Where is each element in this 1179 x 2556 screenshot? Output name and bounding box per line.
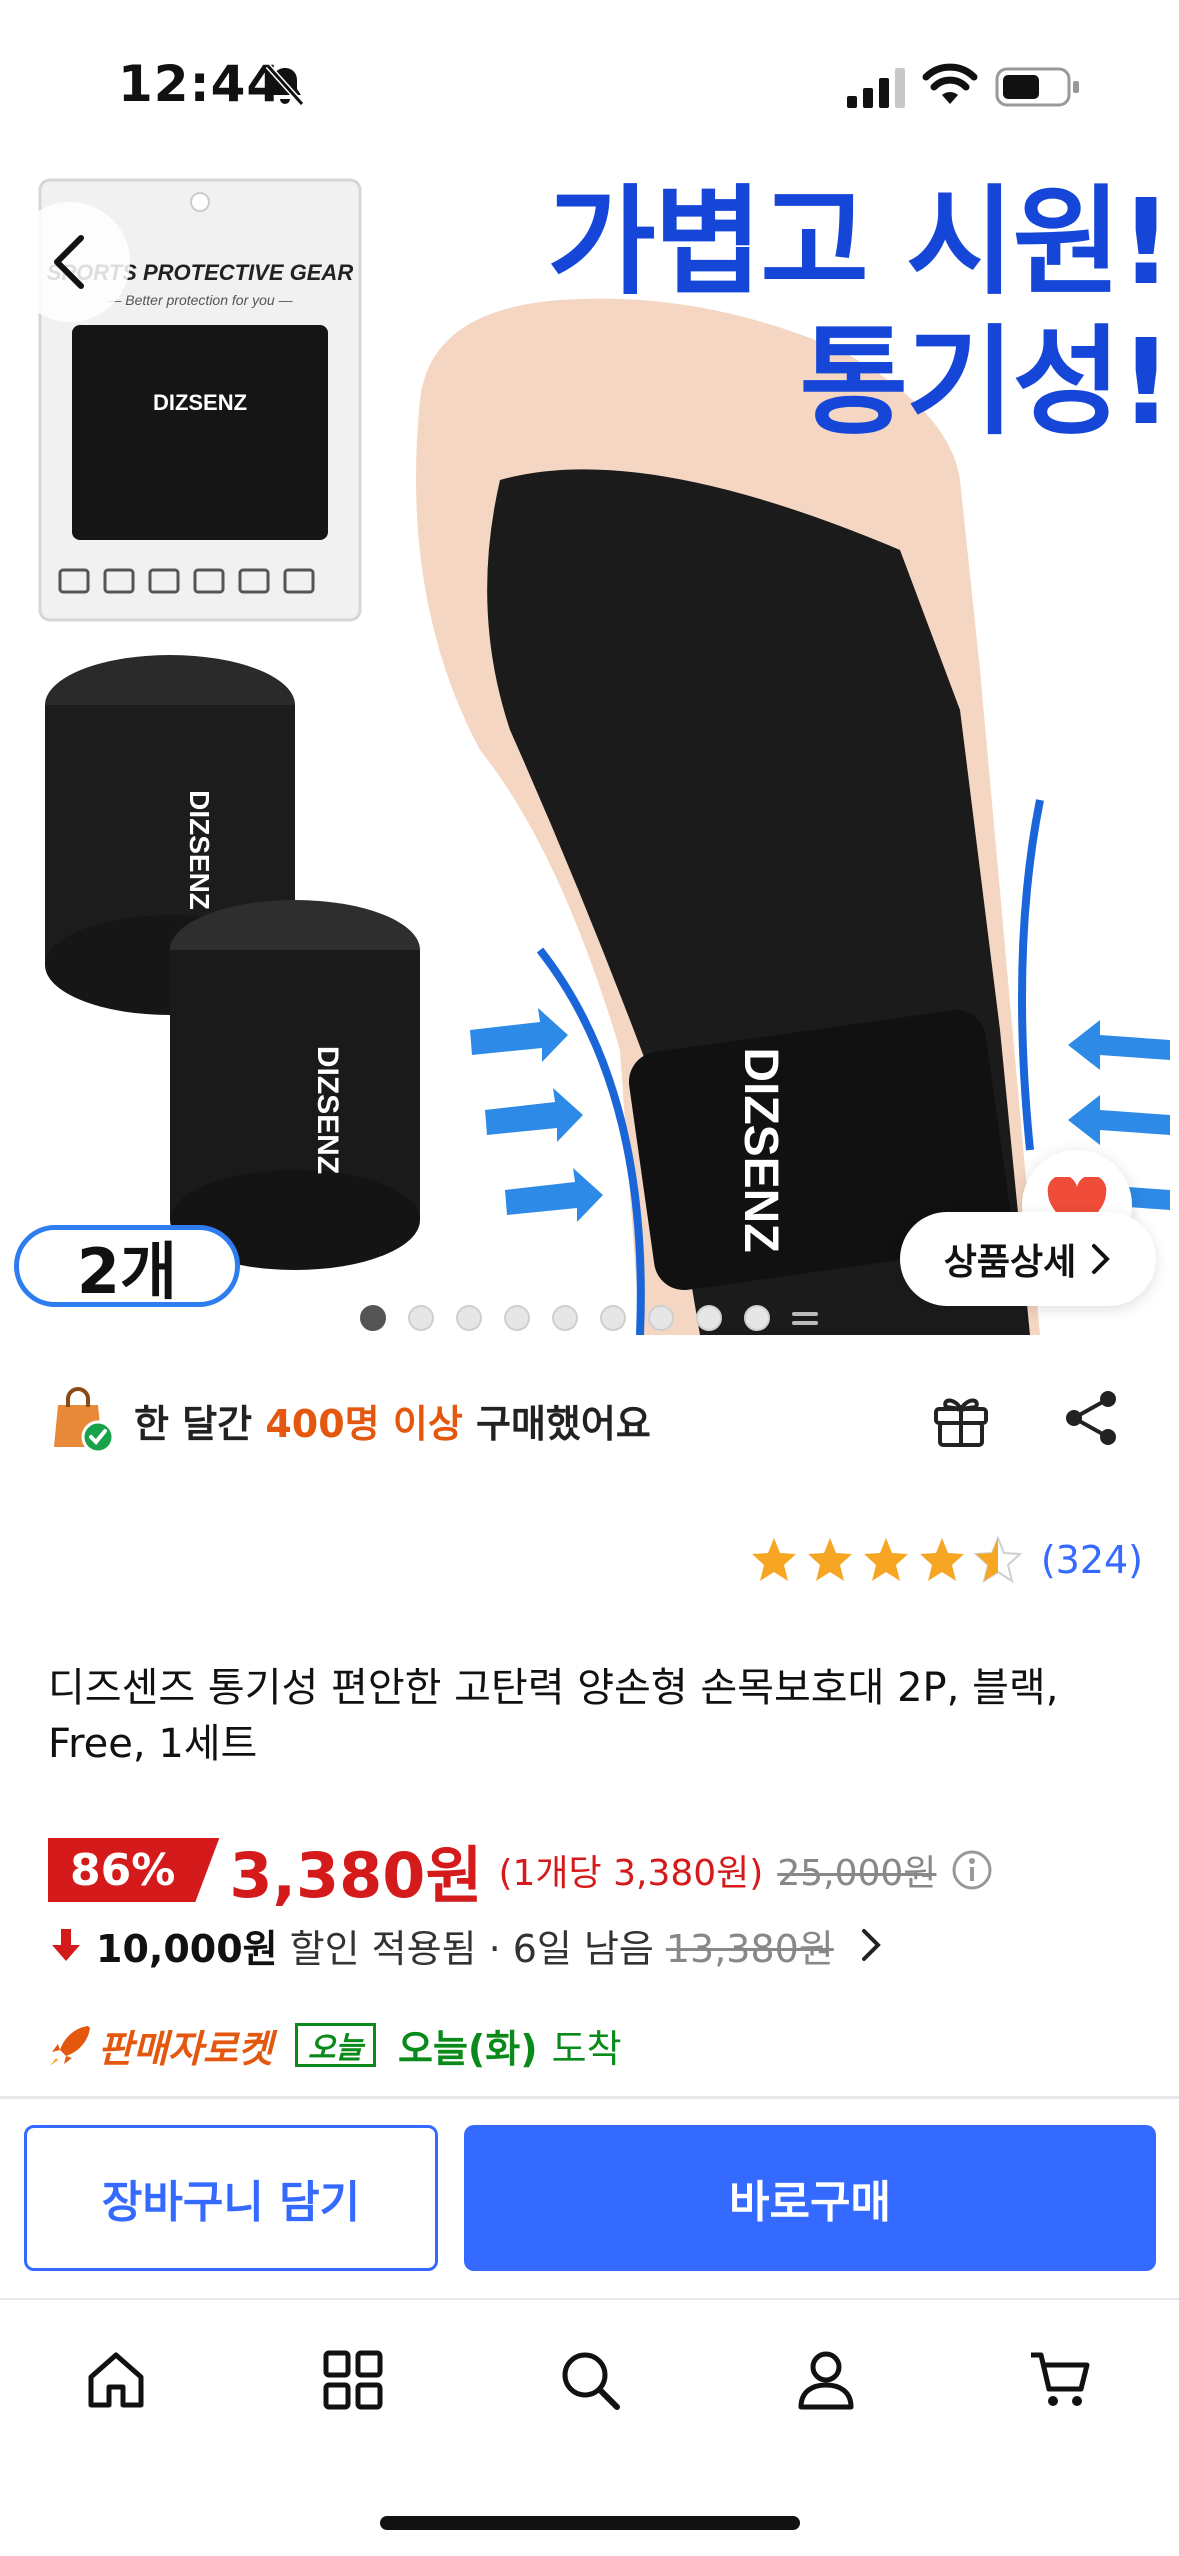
- gift-icon[interactable]: [928, 1385, 994, 1451]
- share-icon[interactable]: [1058, 1385, 1124, 1451]
- carousel-dot[interactable]: [456, 1305, 482, 1331]
- rating-row[interactable]: (324): [749, 1535, 1143, 1585]
- chevron-right-icon: [861, 1929, 881, 1961]
- carousel-dot[interactable]: [408, 1305, 434, 1331]
- original-price: 25,000원: [777, 1853, 937, 1894]
- today-tag: 오늘: [294, 2023, 377, 2067]
- chevron-left-icon: [54, 235, 84, 289]
- svg-text:DIZSENZ: DIZSENZ: [184, 790, 215, 910]
- tab-my-page[interactable]: [786, 2340, 866, 2420]
- package-subtitle: — Better protection for you —: [106, 292, 293, 308]
- tab-category[interactable]: [313, 2340, 393, 2420]
- discount-badge: 86%: [48, 1838, 220, 1902]
- coupon-amount: 10,000원: [96, 1926, 278, 1971]
- shipping-row: 판매자로켓 오늘 오늘(화) 도착: [48, 2015, 622, 2075]
- rocket-icon: [50, 2026, 90, 2066]
- info-icon[interactable]: [950, 1848, 994, 1892]
- product-detail-button[interactable]: 상품상세: [900, 1212, 1156, 1306]
- status-bar: 12:44: [0, 0, 1179, 150]
- coupon-text: 할인 적용됨 · 6일 남음: [289, 1926, 654, 1971]
- shopping-bag-icon: [54, 1387, 115, 1454]
- hero-headline-line2: 통기성!: [799, 313, 1173, 451]
- divider: [0, 2298, 1179, 2300]
- star-full-icon: [807, 1538, 852, 1581]
- hero-headline: 가볍고 시원! 통기성!: [547, 172, 1173, 452]
- search-icon: [562, 2352, 620, 2410]
- bottom-tab-bar: [0, 2320, 1179, 2440]
- carousel-dot[interactable]: [696, 1305, 722, 1331]
- purchase-count-highlight: 400명 이상: [265, 1401, 463, 1446]
- tab-home[interactable]: [76, 2340, 156, 2420]
- divider: [0, 2096, 1179, 2099]
- final-price: 3,380원: [229, 1839, 483, 1912]
- seller-rocket-label: 판매자로켓: [98, 2026, 273, 2071]
- carousel-dot[interactable]: [648, 1305, 674, 1331]
- package-brand: DIZSENZ: [153, 390, 247, 415]
- star-half-icon: [973, 1535, 1023, 1584]
- carousel-dot[interactable]: [360, 1305, 386, 1331]
- purchase-count-prefix: 한 달간: [134, 1401, 266, 1446]
- review-count[interactable]: (324): [1041, 1538, 1143, 1582]
- delivery-date: 오늘(화): [398, 2026, 538, 2071]
- carousel-indicator: [360, 1305, 818, 1331]
- home-icon: [88, 2352, 144, 2408]
- carousel-dot[interactable]: [552, 1305, 578, 1331]
- back-button[interactable]: [10, 202, 130, 322]
- purchase-count-text: 한 달간 400명 이상 구매했어요: [134, 1393, 651, 1448]
- wifi-icon: [922, 63, 978, 104]
- purchase-count-row: 한 달간 400명 이상 구매했어요: [48, 1375, 1148, 1465]
- quantity-badge: 2개: [14, 1225, 240, 1308]
- carousel-dot[interactable]: [744, 1305, 770, 1331]
- svg-text:DIZSENZ: DIZSENZ: [734, 1047, 787, 1252]
- signal-icon: [847, 68, 905, 108]
- carousel-dot[interactable]: [600, 1305, 626, 1331]
- purchase-count-suffix: 구매했어요: [462, 1401, 651, 1446]
- star-full-icon: [751, 1538, 796, 1581]
- delivery-arrive-label: 도착: [551, 2026, 622, 2071]
- star-full-icon: [919, 1538, 964, 1581]
- tab-search[interactable]: [550, 2340, 630, 2420]
- carousel-more-icon: [792, 1305, 818, 1331]
- chevron-right-icon: [1092, 1244, 1111, 1274]
- category-icon: [323, 2350, 383, 2410]
- coupon-original-price: 13,380원: [665, 1926, 834, 1971]
- coupon-row[interactable]: 10,000원 할인 적용됨 · 6일 남음 13,380원: [48, 1915, 888, 1975]
- add-to-cart-button[interactable]: 장바구니 담기: [24, 2125, 438, 2271]
- svg-text:DIZSENZ: DIZSENZ: [311, 1046, 344, 1174]
- price-row: 86% 3,380원 (1개당 3,380원) 25,000원: [48, 1830, 994, 1912]
- tab-cart[interactable]: [1020, 2340, 1100, 2420]
- product-image-carousel[interactable]: SPORTS PROTECTIVE GEAR — Better protecti…: [0, 150, 1179, 1335]
- home-indicator: [380, 2516, 800, 2530]
- arrow-down-icon: [52, 1929, 80, 1961]
- unit-price: (1개당 3,380원): [498, 1853, 764, 1894]
- status-time: 12:44: [118, 55, 283, 113]
- wrist-wrap-bottom: DIZSENZ: [170, 900, 420, 1270]
- product-title: 디즈센즈 통기성 편안한 고탄력 양손형 손목보호대 2P, 블랙, Free,…: [48, 1665, 1059, 1767]
- user-icon: [798, 2351, 854, 2410]
- battery-icon: [995, 67, 1079, 107]
- cart-icon: [1031, 2352, 1090, 2406]
- carousel-dot[interactable]: [504, 1305, 530, 1331]
- buy-now-button[interactable]: 바로구매: [464, 2125, 1156, 2271]
- hero-headline-line1: 가볍고 시원!: [547, 173, 1173, 311]
- bell-off-icon: [265, 63, 305, 107]
- product-detail-label: 상품상세: [943, 1242, 1077, 1283]
- star-full-icon: [863, 1538, 908, 1581]
